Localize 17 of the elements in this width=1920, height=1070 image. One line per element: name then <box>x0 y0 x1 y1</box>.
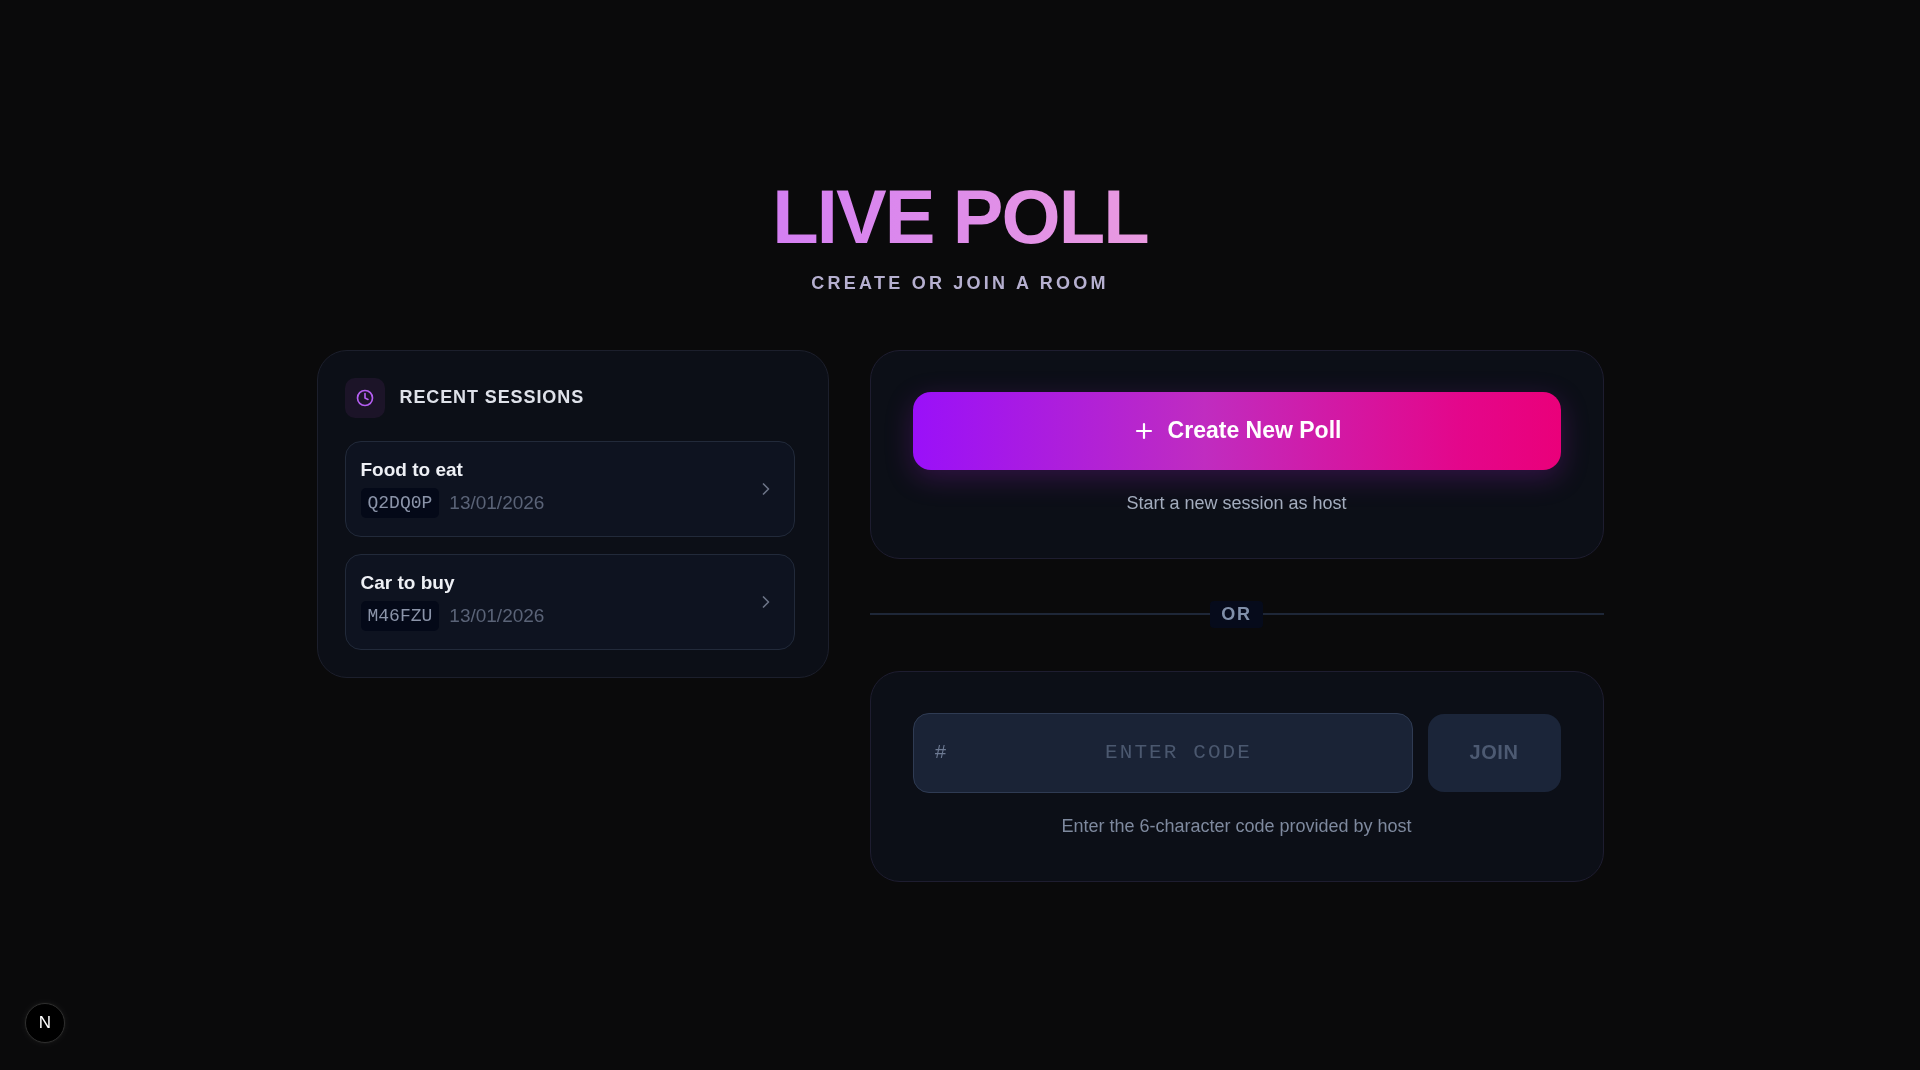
hash-prefix: # <box>934 740 947 765</box>
divider-label: OR <box>1210 600 1263 628</box>
session-date: 13/01/2026 <box>449 605 545 628</box>
logo-button[interactable]: N <box>25 1003 65 1043</box>
session-item[interactable]: Food to eat Q2DQ0P 13/01/2026 <box>344 440 795 537</box>
session-code: M46FZU <box>360 601 440 632</box>
clock-icon <box>344 377 385 418</box>
create-poll-button[interactable]: Create New Poll <box>912 391 1561 470</box>
session-title: Food to eat <box>360 459 464 482</box>
session-code: Q2DQ0P <box>360 488 440 519</box>
session-item[interactable]: Car to buy M46FZU 13/01/2026 <box>344 553 795 650</box>
app-subtitle: CREATE OR JOIN A ROOM <box>811 273 1109 295</box>
session-title: Car to buy <box>360 572 456 595</box>
section-title: RECENT SESSIONS <box>399 387 585 409</box>
create-hint: Start a new session as host <box>1125 491 1348 514</box>
join-hint: Enter the 6-character code provided by host <box>1060 814 1413 837</box>
session-date: 13/01/2026 <box>449 492 545 515</box>
